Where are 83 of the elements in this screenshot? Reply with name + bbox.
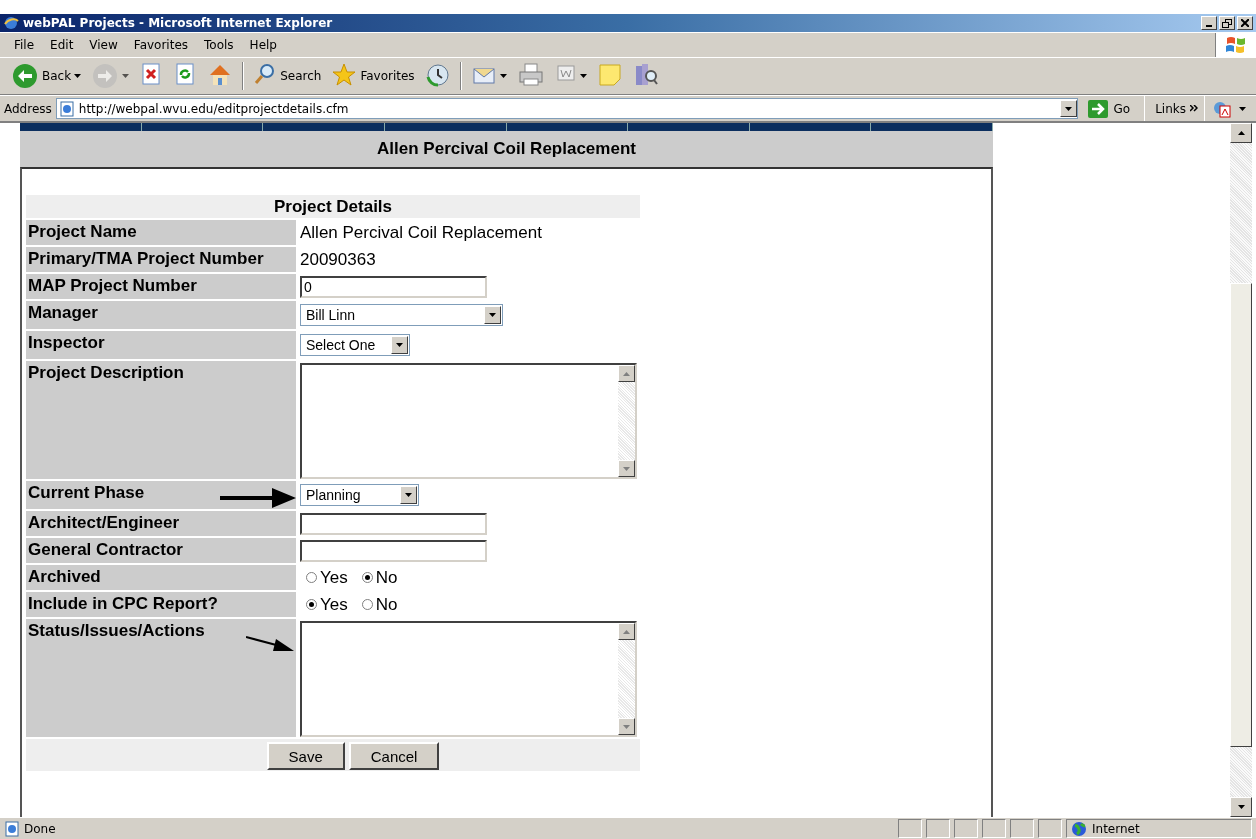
caret-icon <box>396 343 403 347</box>
field-value: Allen Percival Coil Replacement <box>300 222 542 243</box>
cancel-button[interactable]: Cancel <box>348 742 440 770</box>
address-label: Address <box>4 101 52 116</box>
status-pane <box>1038 819 1062 838</box>
up-arrow-icon <box>623 371 630 376</box>
favorites-button[interactable]: Favorites <box>328 61 418 91</box>
field-label: General Contractor <box>26 538 296 563</box>
save-button[interactable]: Save <box>266 742 345 770</box>
status-pane <box>954 819 978 838</box>
down-arrow-icon <box>1237 805 1245 809</box>
field-label: Archived <box>26 565 296 590</box>
radio-button[interactable] <box>361 572 373 583</box>
field-label: Include in CPC Report? <box>26 592 296 617</box>
menu-item[interactable]: Tools <box>196 38 242 52</box>
menu-item[interactable]: Favorites <box>125 38 197 52</box>
field-label: Architect/Engineer <box>26 511 296 536</box>
close-button[interactable] <box>1237 16 1253 30</box>
status-text: Done <box>24 821 56 836</box>
flag-icon <box>1224 35 1248 55</box>
dropdown[interactable]: Bill Linn <box>300 304 503 326</box>
down-arrow-icon <box>623 724 630 729</box>
text-field[interactable] <box>300 539 487 562</box>
menu-item[interactable]: Edit <box>42 38 82 52</box>
caret-icon <box>1239 106 1246 111</box>
text-area[interactable] <box>300 363 637 479</box>
field-label: Primary/TMA Project Number <box>26 247 296 272</box>
menu-item[interactable]: Help <box>241 38 285 52</box>
browser-icon <box>3 15 19 31</box>
pdf-icon <box>1213 99 1233 118</box>
form-title: Project Details <box>26 195 640 218</box>
field-label: Inspector <box>26 331 296 359</box>
caret-icon <box>1064 106 1072 111</box>
radio-button[interactable] <box>306 572 317 583</box>
scrollbar[interactable] <box>618 365 635 477</box>
minimize-button[interactable] <box>1201 16 1217 30</box>
field-label: MAP Project Number <box>26 274 296 299</box>
field-value: 20090363 <box>300 249 376 270</box>
close-icon <box>1241 19 1249 27</box>
field-label: Project Name <box>26 220 296 245</box>
go-arrow-icon <box>1087 99 1108 118</box>
scrollbar[interactable] <box>618 623 635 735</box>
field-label: Status/Issues/Actions <box>26 619 296 737</box>
text-field[interactable] <box>300 512 487 535</box>
caret-icon <box>405 493 412 497</box>
page-icon <box>4 820 20 837</box>
status-pane <box>1010 819 1034 838</box>
down-arrow-icon <box>623 466 630 471</box>
up-arrow-icon <box>1237 131 1245 135</box>
page-icon <box>58 100 75 117</box>
chevron-icon <box>1190 104 1198 113</box>
menu-item[interactable]: File <box>6 38 43 52</box>
radio-label[interactable]: No <box>375 567 398 588</box>
dropdown[interactable]: Select One <box>300 334 410 356</box>
status-pane <box>982 819 1006 838</box>
radio-label[interactable]: Yes <box>320 567 348 588</box>
text-area[interactable] <box>300 621 637 737</box>
minimize-icon <box>1206 25 1212 27</box>
restore-icon <box>1222 18 1232 28</box>
caret-icon <box>489 313 496 317</box>
window-title: webPAL Projects - Microsoft Internet Explorer <box>23 16 334 30</box>
radio-label[interactable]: Yes <box>320 594 348 615</box>
globe-icon <box>1071 820 1087 837</box>
status-pane <box>898 819 922 838</box>
address-field[interactable]: http://webpal.wvu.edu/editprojectdetails.cfm <box>55 98 1078 119</box>
field-label: Manager <box>26 301 296 329</box>
radio-button[interactable] <box>361 599 373 610</box>
scrollbar[interactable] <box>1230 123 1252 817</box>
page-title: Allen Percival Coil Replacement <box>20 131 993 167</box>
dropdown[interactable]: Planning <box>300 484 419 506</box>
scroll-thumb[interactable] <box>1230 283 1252 747</box>
radio-button[interactable] <box>306 599 317 610</box>
text-field[interactable]: 0 <box>300 275 487 298</box>
restore-button[interactable] <box>1219 16 1235 30</box>
menu-item[interactable]: View <box>81 38 126 52</box>
back-button[interactable]: Back <box>8 61 85 91</box>
field-label: Current Phase <box>26 481 296 509</box>
field-label: Project Description <box>26 361 296 479</box>
zone-text: Internet <box>1092 821 1140 836</box>
status-pane <box>926 819 950 838</box>
search-button[interactable]: Search <box>250 61 325 91</box>
up-arrow-icon <box>623 629 630 634</box>
radio-label[interactable]: No <box>375 594 398 615</box>
